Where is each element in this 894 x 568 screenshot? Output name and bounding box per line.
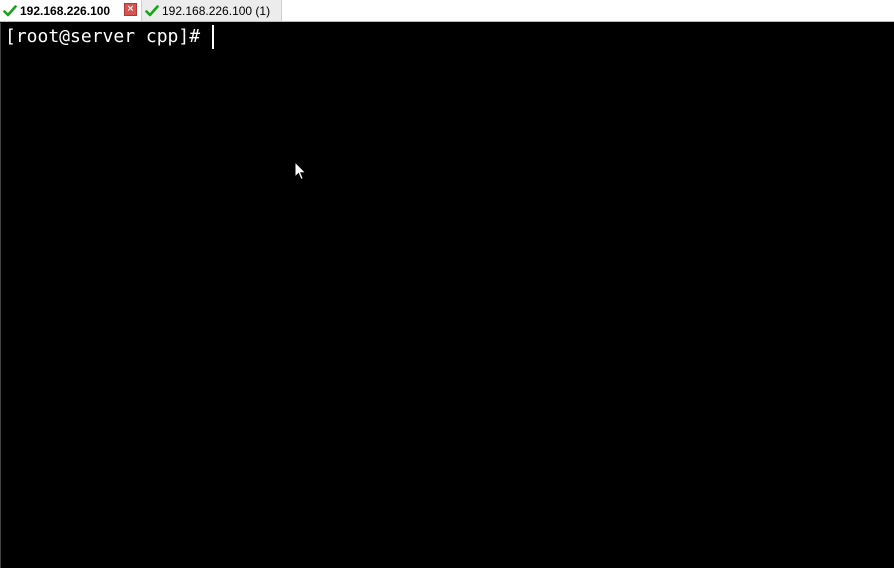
session-tab-inactive[interactable]: 192.168.226.100 (1)	[141, 0, 282, 21]
check-icon	[3, 4, 17, 16]
prompt-line: [root@server cpp]#	[5, 25, 215, 49]
session-tab-active[interactable]: 192.168.226.100 ×	[0, 0, 141, 21]
close-icon[interactable]: ×	[124, 3, 137, 16]
session-tab-bar: 192.168.226.100 × 192.168.226.100 (1)	[0, 0, 894, 22]
check-icon	[145, 4, 159, 16]
terminal-area[interactable]: [root@server cpp]#	[0, 23, 894, 568]
tab-label: 192.168.226.100 (1)	[162, 3, 271, 18]
mouse-pointer-icon	[294, 161, 307, 181]
shell-prompt: [root@server cpp]#	[5, 26, 201, 47]
ssh-client-window: 192.168.226.100 × 192.168.226.100 (1) [r…	[0, 0, 894, 568]
tab-label: 192.168.226.100	[20, 3, 111, 18]
text-cursor	[212, 25, 215, 49]
